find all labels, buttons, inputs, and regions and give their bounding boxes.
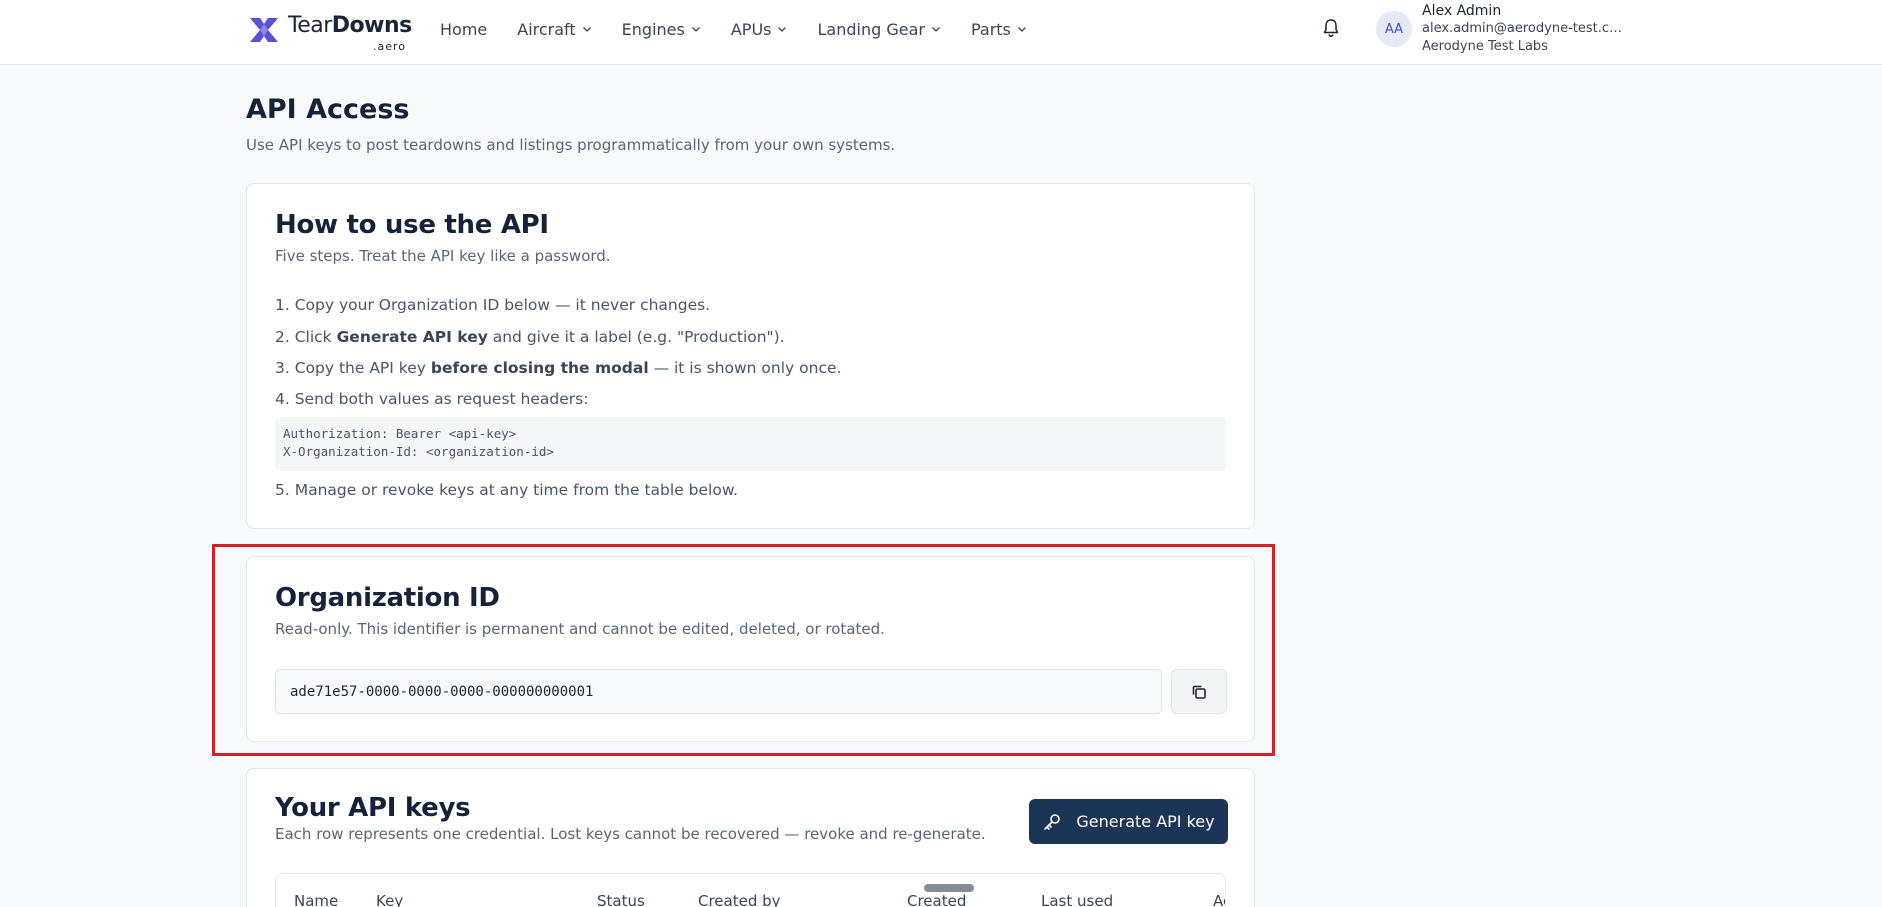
how-to-card: How to use the API Five steps. Treat the… xyxy=(246,183,1255,529)
avatar: AA xyxy=(1376,11,1412,47)
nav-apus[interactable]: APUs xyxy=(731,20,788,39)
teardowns-logo[interactable]: TearDowns .aero xyxy=(246,10,412,53)
code-line-auth: Authorization: Bearer <api-key> xyxy=(283,426,517,441)
col-status[interactable]: Status xyxy=(597,892,645,907)
chevron-down-icon xyxy=(582,27,591,32)
page-subtitle: Use API keys to post teardowns and listi… xyxy=(246,136,896,154)
logo-mark-icon xyxy=(250,18,278,42)
how-to-title: How to use the API xyxy=(275,210,549,240)
how-to-subtitle: Five steps. Treat the API key like a pas… xyxy=(275,247,611,265)
code-line-org: X-Organization-Id: <organization-id> xyxy=(283,444,554,459)
step-1: 1. Copy your Organization ID below — it … xyxy=(275,296,711,314)
bell-icon[interactable] xyxy=(1320,17,1342,39)
step-2: 2. Click Generate API key and give it a … xyxy=(275,328,785,346)
logo-word-downs: Downs xyxy=(331,13,412,38)
key-icon xyxy=(1044,813,1061,830)
nav-aircraft[interactable]: Aircraft xyxy=(517,20,591,39)
org-id-subtitle: Read-only. This identifier is permanent … xyxy=(275,620,885,638)
org-id-title: Organization ID xyxy=(275,583,500,613)
step-3: 3. Copy the API key before closing the m… xyxy=(275,359,842,377)
step-4: 4. Send both values as request headers: xyxy=(275,390,589,408)
top-navbar: TearDowns .aero Home Aircraft Engines AP… xyxy=(0,0,1882,65)
horizontal-scrollbar[interactable] xyxy=(924,884,974,892)
copy-org-id-button[interactable] xyxy=(1171,669,1227,714)
nav-parts[interactable]: Parts xyxy=(971,20,1027,39)
generate-api-key-button[interactable]: Generate API key xyxy=(1029,799,1228,844)
col-key[interactable]: Key xyxy=(376,892,403,907)
nav-landing-gear[interactable]: Landing Gear xyxy=(817,20,940,39)
api-keys-table: Name Key Status Created by Created Last … xyxy=(275,873,1226,907)
main-nav: Home Aircraft Engines APUs Landing Gear … xyxy=(440,0,1057,58)
user-menu[interactable]: AA Alex Admin alex.admin@aerodyne-test.c… xyxy=(1376,3,1627,54)
user-org: Aerodyne Test Labs xyxy=(1422,39,1548,54)
user-email: alex.admin@aerodyne-test.co... xyxy=(1422,21,1627,36)
org-id-field[interactable]: ade71e57-0000-0000-0000-000000000001 xyxy=(275,669,1162,714)
logo-suffix: .aero xyxy=(372,40,406,53)
nav-engines[interactable]: Engines xyxy=(622,20,701,39)
col-created-by[interactable]: Created by xyxy=(698,892,781,907)
chevron-down-icon xyxy=(691,27,700,32)
api-keys-title: Your API keys xyxy=(275,793,471,823)
chevron-down-icon xyxy=(1017,27,1026,32)
api-keys-card: Your API keys Each row represents one cr… xyxy=(246,768,1255,907)
api-keys-subtitle: Each row represents one credential. Lost… xyxy=(275,825,986,843)
headers-code-block: Authorization: Bearer <api-key> X-Organi… xyxy=(275,417,1226,471)
step-5: 5. Manage or revoke keys at any time fro… xyxy=(275,481,739,499)
page-title: API Access xyxy=(246,94,410,125)
col-name[interactable]: Name xyxy=(294,892,338,907)
nav-home[interactable]: Home xyxy=(440,20,487,39)
chevron-down-icon xyxy=(778,27,787,32)
chevron-down-icon xyxy=(931,27,940,32)
col-actions[interactable]: Ac xyxy=(1213,892,1225,907)
copy-icon xyxy=(1192,685,1206,699)
col-created[interactable]: Created xyxy=(907,892,966,907)
organization-id-card: Organization ID Read-only. This identifi… xyxy=(246,556,1255,742)
logo-word-tear: Tear xyxy=(288,13,332,38)
user-name: Alex Admin xyxy=(1422,3,1502,19)
col-last-used[interactable]: Last used xyxy=(1041,892,1113,907)
